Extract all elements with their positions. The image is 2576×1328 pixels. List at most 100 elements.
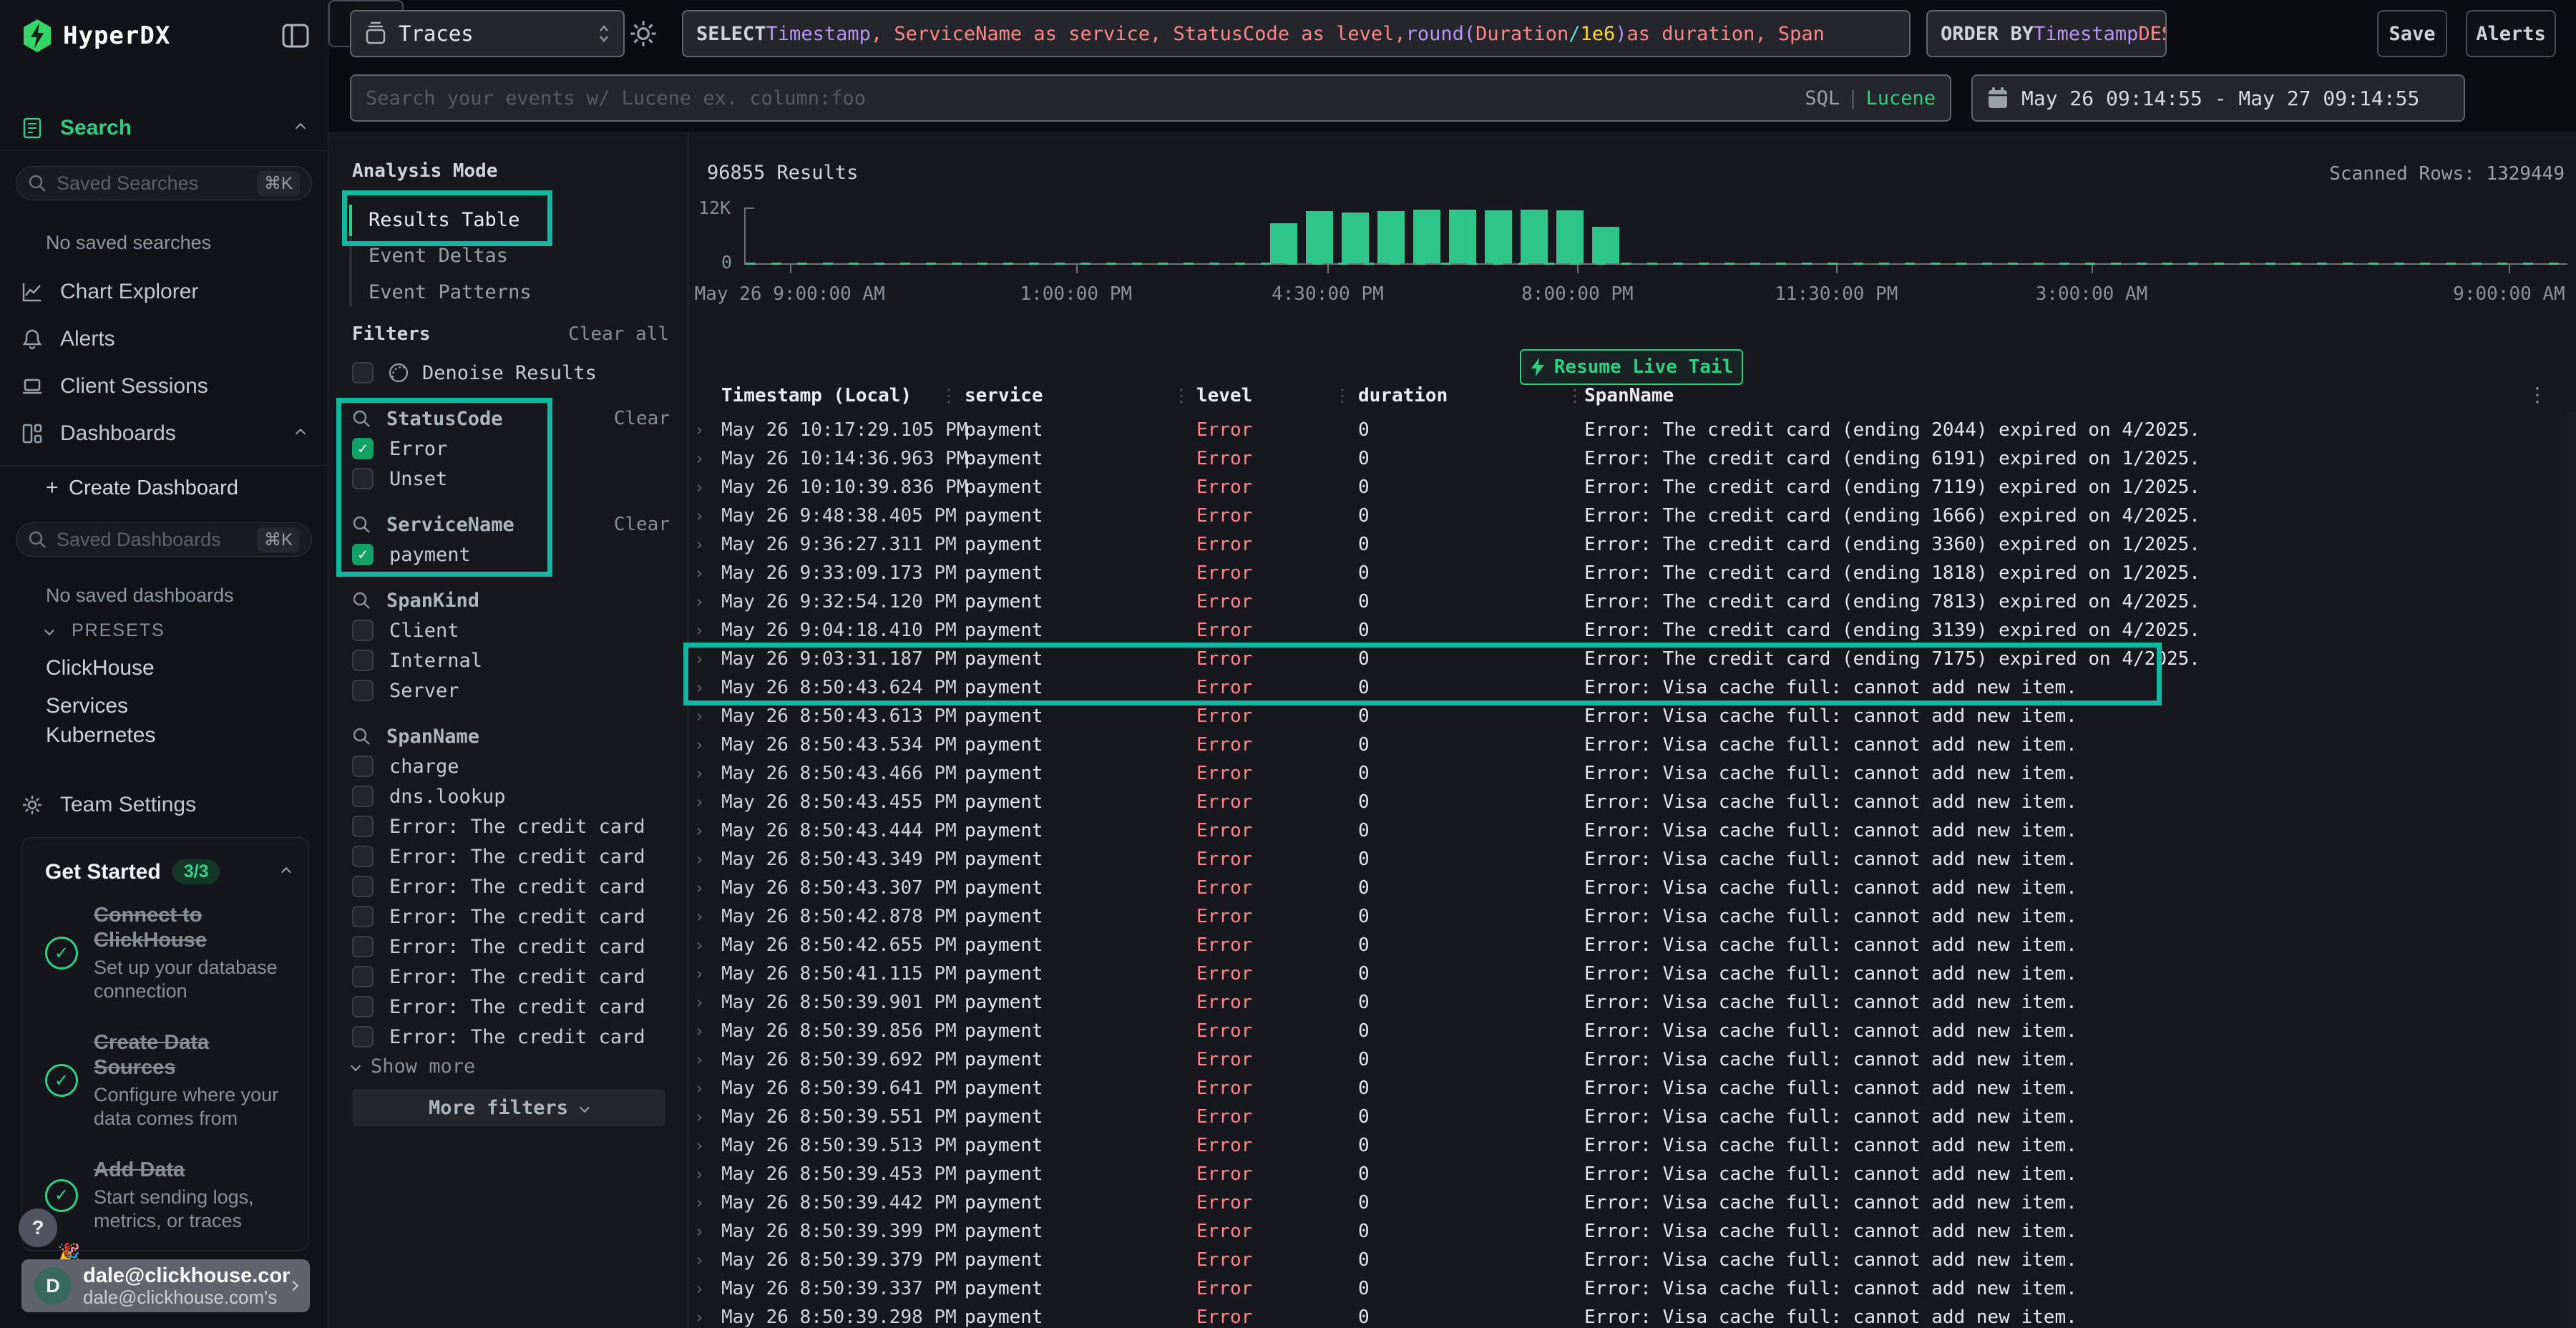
chart-bar[interactable] — [1306, 211, 1333, 263]
table-row[interactable]: ›May 26 9:33:09.173 PMpaymentError0Error… — [688, 559, 2576, 587]
sidebar-collapse-icon[interactable] — [282, 23, 311, 49]
filter-group-clear-link[interactable]: Clear — [614, 514, 670, 535]
sidebar-item-alerts[interactable]: Alerts — [0, 322, 328, 356]
denoise-results-option[interactable]: Denoise Results — [352, 362, 597, 384]
checkbox[interactable] — [352, 362, 374, 384]
filter-option[interactable]: Server — [352, 675, 670, 706]
preset-clickhouse[interactable]: ClickHouse — [46, 656, 155, 680]
chart-bar[interactable] — [1449, 210, 1476, 263]
filter-option[interactable]: ✓Error — [352, 434, 670, 464]
presets-toggle[interactable]: PRESETS — [0, 613, 328, 648]
filter-option[interactable]: ✓payment — [352, 540, 670, 570]
table-row[interactable]: ›May 26 8:50:39.551 PMpaymentError0Error… — [688, 1103, 2576, 1131]
table-row[interactable]: ›May 26 8:50:43.444 PMpaymentError0Error… — [688, 816, 2576, 845]
search-icon[interactable] — [352, 515, 371, 534]
table-row[interactable]: ›May 26 9:48:38.405 PMpaymentError0Error… — [688, 502, 2576, 530]
checkbox[interactable] — [352, 816, 374, 837]
col-service[interactable]: service — [965, 380, 1043, 411]
lucene-search-input[interactable]: Search your events w/ Lucene ex. column:… — [350, 74, 1951, 122]
table-row[interactable]: ›May 26 8:50:43.349 PMpaymentError0Error… — [688, 845, 2576, 874]
filter-option[interactable]: Error: The credit card … — [352, 992, 670, 1022]
query-language-toggle[interactable]: SQL|Lucene — [1805, 87, 1936, 109]
table-row[interactable]: ›May 26 8:50:43.455 PMpaymentError0Error… — [688, 788, 2576, 816]
sidebar-item-team-settings[interactable]: Team Settings — [0, 788, 328, 822]
search-icon[interactable] — [352, 409, 371, 428]
table-row[interactable]: ›May 26 8:50:39.453 PMpaymentError0Error… — [688, 1160, 2576, 1188]
table-row[interactable]: ›May 26 8:50:39.513 PMpaymentError0Error… — [688, 1131, 2576, 1160]
table-row[interactable]: ›May 26 8:50:39.692 PMpaymentError0Error… — [688, 1045, 2576, 1074]
checkbox[interactable] — [352, 620, 374, 641]
alerts-button[interactable]: Alerts — [2466, 10, 2556, 57]
column-grip-icon[interactable]: ⋮ — [1334, 385, 1351, 406]
table-row[interactable]: ›May 26 9:36:27.311 PMpaymentError0Error… — [688, 530, 2576, 559]
sidebar-item-chart-explorer[interactable]: Chart Explorer — [0, 275, 328, 309]
preset-kubernetes[interactable]: Kubernetes — [46, 723, 155, 748]
table-row[interactable]: ›May 26 8:50:43.466 PMpaymentError0Error… — [688, 759, 2576, 788]
get-started-item[interactable]: ✓Create Data SourcesConfigure where your… — [45, 1030, 290, 1131]
table-row[interactable]: ›May 26 8:50:43.624 PMpaymentError0Error… — [688, 673, 2576, 702]
more-filters-button[interactable]: More filters — [352, 1089, 665, 1126]
table-row[interactable]: ›May 26 8:50:42.655 PMpaymentError0Error… — [688, 931, 2576, 960]
table-row[interactable]: ›May 26 8:50:43.307 PMpaymentError0Error… — [688, 874, 2576, 902]
chart-bar[interactable] — [1592, 227, 1619, 263]
filter-option[interactable]: Error: The credit card … — [352, 932, 670, 962]
column-grip-icon[interactable]: ⋮ — [1566, 385, 1584, 406]
save-button[interactable]: Save — [2377, 10, 2447, 57]
col-duration[interactable]: duration — [1358, 380, 1448, 411]
checkbox[interactable] — [352, 966, 374, 987]
sql-toggle[interactable]: SQL — [1805, 87, 1840, 109]
sidebar-item-client-sessions[interactable]: Client Sessions — [0, 369, 328, 404]
chart-bar[interactable] — [1485, 210, 1512, 263]
resume-live-tail-button[interactable]: Resume Live Tail — [1520, 349, 1743, 385]
get-started-item[interactable]: ✓Add DataStart sending logs, metrics, or… — [45, 1158, 290, 1233]
filter-option[interactable]: Error: The credit card … — [352, 962, 670, 992]
show-more-link[interactable]: Show more — [352, 1052, 670, 1080]
checkbox[interactable]: ✓ — [352, 544, 374, 565]
help-button[interactable]: ? — [19, 1209, 57, 1247]
checkbox[interactable] — [352, 680, 374, 701]
column-grip-icon[interactable]: ⋮ — [940, 385, 957, 406]
table-row[interactable]: ›May 26 10:10:39.836 PMpaymentError0Erro… — [688, 473, 2576, 502]
saved-dashboards-input[interactable]: Saved Dashboards ⌘K — [16, 522, 312, 557]
table-row[interactable]: ›May 26 8:50:39.901 PMpaymentError0Error… — [688, 988, 2576, 1017]
sidebar-item-search[interactable]: Search — [0, 111, 328, 145]
order-by-input[interactable]: ORDER BY Timestamp DESC — [1926, 10, 2167, 57]
sql-select-input[interactable]: SELECT Timestamp, ServiceName as service… — [682, 10, 1911, 57]
checkbox[interactable] — [352, 650, 374, 671]
search-icon[interactable] — [352, 727, 371, 746]
table-row[interactable]: ›May 26 10:14:36.963 PMpaymentError0Erro… — [688, 444, 2576, 473]
chart-bar[interactable] — [1556, 210, 1584, 263]
checkbox[interactable] — [352, 996, 374, 1017]
chart-bar[interactable] — [1377, 211, 1405, 263]
checkbox[interactable] — [352, 786, 374, 807]
table-row[interactable]: ›May 26 8:50:43.613 PMpaymentError0Error… — [688, 702, 2576, 731]
filter-option[interactable]: Error: The credit card … — [352, 902, 670, 932]
source-settings-gear-icon[interactable] — [628, 16, 663, 52]
chart-bar[interactable] — [1342, 213, 1369, 264]
checkbox[interactable] — [352, 906, 374, 927]
date-range-picker[interactable]: May 26 09:14:55 - May 27 09:14:55 — [1971, 74, 2465, 122]
checkbox[interactable]: ✓ — [352, 438, 374, 459]
table-row[interactable]: ›May 26 9:04:18.410 PMpaymentError0Error… — [688, 616, 2576, 645]
table-row[interactable]: ›May 26 8:50:41.115 PMpaymentError0Error… — [688, 960, 2576, 988]
search-icon[interactable] — [352, 591, 371, 610]
chart-bar[interactable] — [1521, 210, 1548, 263]
user-menu[interactable]: D dale@clickhouse.com dale@clickhouse.co… — [21, 1259, 310, 1312]
table-row[interactable]: ›May 26 9:32:54.120 PMpaymentError0Error… — [688, 587, 2576, 616]
table-row[interactable]: ›May 26 8:50:39.641 PMpaymentError0Error… — [688, 1074, 2576, 1103]
source-select[interactable]: Traces — [350, 10, 625, 57]
sidebar-item-dashboards[interactable]: Dashboards — [0, 416, 328, 451]
filter-option[interactable]: charge — [352, 751, 670, 781]
table-row[interactable]: ›May 26 8:50:39.399 PMpaymentError0Error… — [688, 1217, 2576, 1246]
checkbox[interactable] — [352, 756, 374, 777]
chevron-up-icon[interactable] — [281, 866, 291, 877]
table-row[interactable]: ›May 26 8:50:39.337 PMpaymentError0Error… — [688, 1274, 2576, 1303]
filter-option[interactable]: Internal — [352, 645, 670, 675]
table-row[interactable]: ›May 26 8:50:39.379 PMpaymentError0Error… — [688, 1246, 2576, 1274]
table-row[interactable]: ›May 26 8:50:39.298 PMpaymentError0Error… — [688, 1303, 2576, 1328]
chart-bar[interactable] — [1413, 210, 1440, 263]
preset-services[interactable]: Services — [46, 694, 128, 718]
column-grip-icon[interactable]: ⋮ — [1173, 385, 1190, 406]
table-row[interactable]: ›May 26 8:50:43.534 PMpaymentError0Error… — [688, 731, 2576, 759]
filter-option[interactable]: Client — [352, 615, 670, 645]
